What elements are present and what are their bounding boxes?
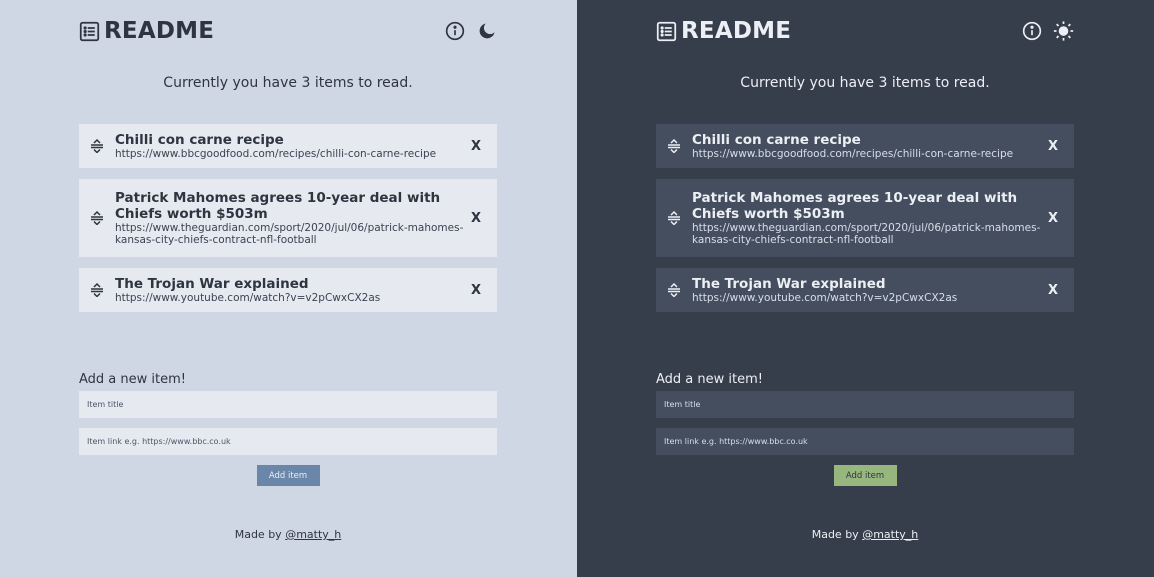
drag-handle-icon[interactable] xyxy=(666,139,682,153)
list-item[interactable]: Patrick Mahomes agrees 10-year deal with… xyxy=(79,179,497,257)
theme-toggle-button[interactable] xyxy=(1053,21,1074,42)
list-item[interactable]: Chilli con carne recipe https://www.bbcg… xyxy=(656,124,1074,168)
item-title[interactable]: Chilli con carne recipe xyxy=(692,132,1044,148)
list-item[interactable]: Chilli con carne recipe https://www.bbcg… xyxy=(79,124,497,168)
author-link[interactable]: @matty_h xyxy=(285,528,341,541)
add-item-button[interactable]: Add item xyxy=(256,465,320,486)
add-item-button[interactable]: Add item xyxy=(833,465,897,486)
add-item-form: Add a new item! Add item xyxy=(79,372,497,486)
light-theme-panel: README Currently you have 3 items to rea… xyxy=(0,0,577,577)
item-content: Patrick Mahomes agrees 10-year deal with… xyxy=(692,190,1044,246)
item-content: Patrick Mahomes agrees 10-year deal with… xyxy=(115,190,467,246)
remove-item-button[interactable]: X xyxy=(1044,139,1062,154)
footer: Made by @matty_h xyxy=(79,528,497,541)
app-title: README xyxy=(681,18,792,44)
item-content: Chilli con carne recipe https://www.bbcg… xyxy=(115,132,467,160)
item-title[interactable]: Patrick Mahomes agrees 10-year deal with… xyxy=(115,190,467,222)
drag-handle-icon[interactable] xyxy=(89,283,105,297)
drag-handle-icon[interactable] xyxy=(89,139,105,153)
form-heading: Add a new item! xyxy=(656,372,763,387)
drag-handle-icon[interactable] xyxy=(89,211,105,225)
sun-icon xyxy=(1053,21,1074,41)
item-url[interactable]: https://www.youtube.com/watch?v=v2pCwxCX… xyxy=(692,292,1044,304)
item-url[interactable]: https://www.theguardian.com/sport/2020/j… xyxy=(692,222,1044,246)
header: README xyxy=(656,17,1074,45)
author-link[interactable]: @matty_h xyxy=(862,528,918,541)
dark-theme-panel: README Currently you have 3 items to rea… xyxy=(577,0,1154,577)
list-icon xyxy=(656,21,677,41)
remove-item-button[interactable]: X xyxy=(467,211,485,226)
info-icon xyxy=(445,21,464,41)
footer-prefix: Made by xyxy=(234,528,286,541)
list-item[interactable]: Patrick Mahomes agrees 10-year deal with… xyxy=(656,179,1074,257)
item-url[interactable]: https://www.youtube.com/watch?v=v2pCwxCX… xyxy=(115,292,467,304)
item-title[interactable]: The Trojan War explained xyxy=(692,276,1044,292)
list-icon xyxy=(79,21,100,41)
items-summary: Currently you have 3 items to read. xyxy=(740,75,990,91)
drag-handle-icon[interactable] xyxy=(666,211,682,225)
remove-item-button[interactable]: X xyxy=(1044,211,1062,226)
header: README xyxy=(79,17,497,45)
drag-handle-icon[interactable] xyxy=(666,283,682,297)
add-item-form: Add a new item! Add item xyxy=(656,372,1074,486)
item-content: The Trojan War explained https://www.you… xyxy=(115,276,467,304)
item-url[interactable]: https://www.theguardian.com/sport/2020/j… xyxy=(115,222,467,246)
reading-list: Chilli con carne recipe https://www.bbcg… xyxy=(79,124,497,323)
item-title[interactable]: Patrick Mahomes agrees 10-year deal with… xyxy=(692,190,1044,222)
remove-item-button[interactable]: X xyxy=(1044,283,1062,298)
brand: README xyxy=(656,18,791,44)
item-link-input[interactable] xyxy=(656,428,1074,455)
item-title-input[interactable] xyxy=(656,391,1074,418)
moon-icon xyxy=(479,23,494,39)
item-content: Chilli con carne recipe https://www.bbcg… xyxy=(692,132,1044,160)
item-content: The Trojan War explained https://www.you… xyxy=(692,276,1044,304)
theme-toggle-button[interactable] xyxy=(476,21,497,42)
item-title-input[interactable] xyxy=(79,391,497,418)
item-title[interactable]: The Trojan War explained xyxy=(115,276,467,292)
header-tools xyxy=(444,21,497,42)
list-item[interactable]: The Trojan War explained https://www.you… xyxy=(79,268,497,312)
list-item[interactable]: The Trojan War explained https://www.you… xyxy=(656,268,1074,312)
item-link-input[interactable] xyxy=(79,428,497,455)
form-heading: Add a new item! xyxy=(79,372,186,387)
info-button[interactable] xyxy=(444,21,465,42)
header-tools xyxy=(1021,21,1074,42)
items-summary: Currently you have 3 items to read. xyxy=(163,75,413,91)
footer-prefix: Made by xyxy=(811,528,863,541)
info-icon xyxy=(1022,21,1041,41)
info-button[interactable] xyxy=(1021,21,1042,42)
item-url[interactable]: https://www.bbcgoodfood.com/recipes/chil… xyxy=(115,148,467,160)
item-url[interactable]: https://www.bbcgoodfood.com/recipes/chil… xyxy=(692,148,1044,160)
item-title[interactable]: Chilli con carne recipe xyxy=(115,132,467,148)
app-title: README xyxy=(104,18,215,44)
brand: README xyxy=(79,18,214,44)
reading-list: Chilli con carne recipe https://www.bbcg… xyxy=(656,124,1074,323)
remove-item-button[interactable]: X xyxy=(467,283,485,298)
footer: Made by @matty_h xyxy=(656,528,1074,541)
remove-item-button[interactable]: X xyxy=(467,139,485,154)
